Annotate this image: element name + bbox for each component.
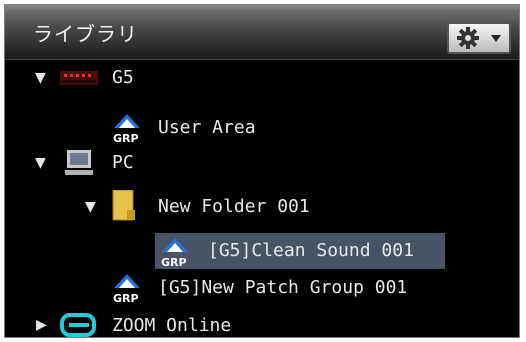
library-title: ライブラリ [33,22,138,46]
tree-item-clean-sound[interactable]: GRP [G5]Clean Sound 001 [5,233,519,269]
chevron-down-icon [491,35,501,42]
tree-item-label: New Folder 001 [158,196,310,217]
folder-icon [112,190,135,221]
tree-item-zoom-online[interactable]: ▶ ZOOM Online [5,307,519,337]
tree-item-user-area[interactable]: GRP User Area [5,109,519,145]
computer-icon [65,150,93,175]
library-header: ライブラリ [5,5,519,60]
tree-item-label: [G5]New Patch Group 001 [158,277,408,298]
tree-item-label: User Area [158,117,256,138]
tree-item-label: ZOOM Online [112,315,232,336]
expand-arrow-icon[interactable]: ▼ [35,156,46,170]
g5-device-icon [60,71,98,85]
tree-item-label: PC [112,152,134,173]
library-panel: ライブラリ ▼ G5 GRP User Area ▼ PC ▼ New Fold… [4,4,520,338]
svg-text:GRP: GRP [113,132,139,143]
grp-icon: GRP [161,238,188,267]
expand-arrow-icon[interactable]: ▶ [36,318,47,332]
tree-item-label: [G5]Clean Sound 001 [208,240,414,261]
tree-item-label: G5 [112,67,134,88]
grp-icon: GRP [113,114,140,143]
zoom-online-icon [60,313,96,337]
tree-item-pc[interactable]: ▼ PC [5,144,519,180]
expand-arrow-icon[interactable]: ▼ [35,71,46,85]
tree-item-new-folder[interactable]: ▼ New Folder 001 [5,188,519,224]
grp-icon: GRP [113,274,140,303]
svg-text:GRP: GRP [161,256,187,267]
tree-item-g5[interactable]: ▼ G5 [5,59,519,95]
tree-item-new-patch-group[interactable]: GRP [G5]New Patch Group 001 [5,269,519,305]
expand-arrow-icon[interactable]: ▼ [85,200,96,214]
gear-icon [457,27,479,49]
svg-text:GRP: GRP [113,292,139,303]
settings-menu-button[interactable] [447,22,511,54]
